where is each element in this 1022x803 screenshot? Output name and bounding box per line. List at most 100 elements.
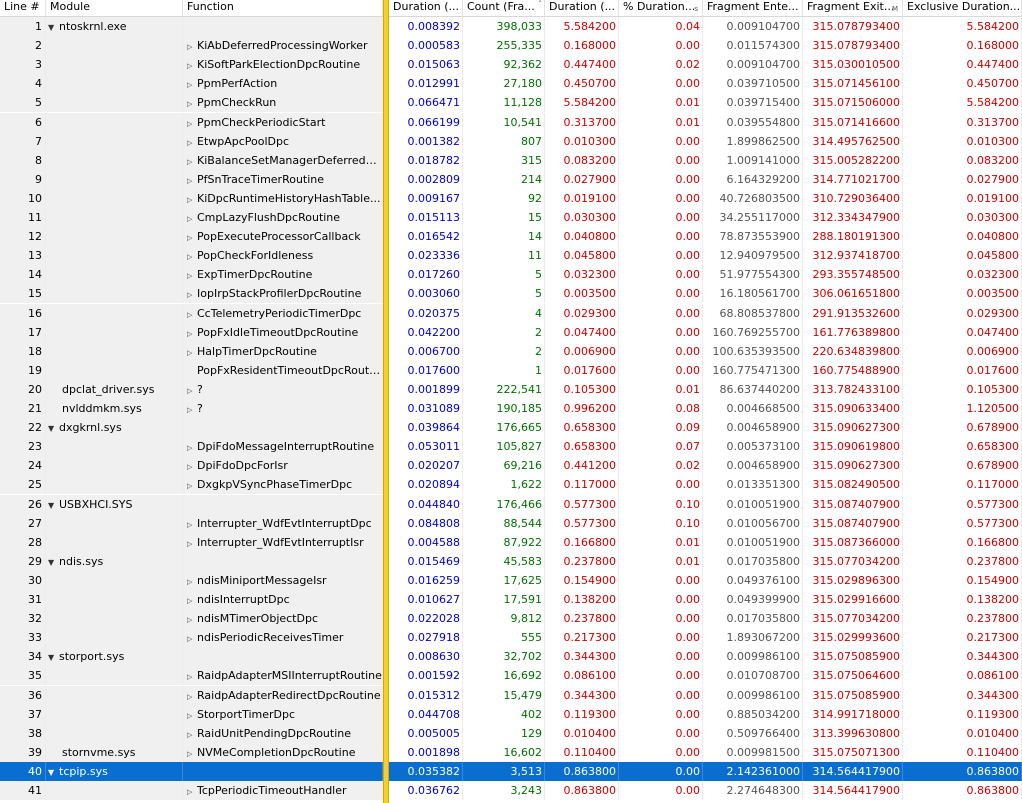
table-row[interactable]: 36 ▷ RaidpAdapterRedirectDpcRoutine 0.01531…	[0, 685, 1022, 705]
expand-row-icon[interactable]: ▷	[187, 325, 197, 342]
col-duration-ms-cell: 0.036762	[389, 781, 463, 800]
col-fragment-exit-header[interactable]: Fragment Exit... M	[803, 0, 903, 16]
table-row[interactable]: 10 ▷ KiDpcRuntimeHistoryHashTable... 0.0091…	[0, 188, 1022, 208]
table-row[interactable]: 20 dpclat_driver.sys ▷? 0.001899 222,541 0.10…	[0, 379, 1022, 399]
expand-row-icon[interactable]: ▷	[187, 115, 197, 132]
grouping-column-separator[interactable]	[383, 0, 389, 803]
col-module-header[interactable]: Module	[46, 0, 183, 16]
expand-row-icon[interactable]: ▷	[187, 191, 197, 208]
expand-row-icon[interactable]: ▷	[187, 344, 197, 361]
table-row[interactable]: 15 ▷ IopIrpStackProfilerDpcRoutine 0.003060…	[0, 284, 1022, 304]
col-line-number-header[interactable]: Line #	[0, 0, 46, 16]
table-row[interactable]: 30 ▷ ndisMiniportMessageIsr 0.016259 17,625 0…	[0, 570, 1022, 590]
col-function-cell: ▷ ndisMTimerObjectDpc	[183, 609, 383, 629]
table-row[interactable]: 9 ▷ PfSnTraceTimerRoutine 0.002809 214 0.0279…	[0, 169, 1022, 189]
table-row[interactable]: 39 stornvme.sys ▷ NVMeCompletionDpcRoutine 0…	[0, 742, 1022, 762]
expand-row-icon[interactable]: ▷	[187, 286, 197, 303]
col-fragment-enter-header[interactable]: Fragment Ente...	[703, 0, 803, 16]
expand-row-icon[interactable]: ▷	[187, 611, 197, 628]
table-row[interactable]: 40 ▼ tcpip.sys 0.035382 3,513 0.863800 0.00 2.1…	[0, 761, 1022, 781]
expand-row-icon[interactable]: ▷	[187, 668, 197, 685]
table-row[interactable]: 27 ▷ Interrupter_WdfEvtInterruptDpc 0.08480…	[0, 513, 1022, 533]
expand-row-icon[interactable]: ▷	[187, 229, 197, 246]
table-row[interactable]: 29 ▼ ndis.sys 0.015469 45,583 0.237800 0.01 0.0…	[0, 551, 1022, 571]
expand-row-icon[interactable]: ▷	[187, 76, 197, 93]
expand-collapse-icon[interactable]: ▼	[48, 18, 59, 36]
table-row[interactable]: 33 ▷ ndisPeriodicReceivesTimer 0.027918 555 0…	[0, 628, 1022, 648]
col-duration-ms-header[interactable]: Duration (...	[389, 0, 463, 16]
table-row[interactable]: 26 ▼ USBXHCI.SYS 0.044840 176,466 0.577300 0.1…	[0, 494, 1022, 514]
table-row[interactable]: 25 ▷ DxgkpVSyncPhaseTimerDpc 0.020894 1,622 0…	[0, 475, 1022, 495]
table-row[interactable]: 23 ▷ DpiFdoMessageInterruptRoutine 0.053011…	[0, 437, 1022, 457]
expand-row-icon[interactable]: ▷	[187, 516, 197, 533]
table-row[interactable]: 37 ▷ StorportTimerDpc 0.044708 402 0.119300 0.…	[0, 704, 1022, 724]
expand-collapse-icon[interactable]: ▼	[48, 496, 59, 514]
table-row[interactable]: 22 ▼ dxgkrnl.sys 0.039864 176,665 0.658300 0.0…	[0, 418, 1022, 438]
table-row[interactable]: 24 ▷ DpiFdoDpcForIsr 0.020207 69,216 0.441200…	[0, 456, 1022, 476]
table-row[interactable]: 38 ▷ RaidUnitPendingDpcRoutine 0.005005 129 0…	[0, 723, 1022, 743]
table-row[interactable]: 1 ▼ ntoskrnl.exe 0.008392 398,033 5.584200 0.0…	[0, 17, 1022, 36]
expand-row-icon[interactable]: ▷	[187, 783, 197, 800]
col-percent-duration-header[interactable]: % Duration... s	[619, 0, 703, 16]
expand-row-icon[interactable]: ▷	[187, 172, 197, 189]
expand-row-icon[interactable]: ▷	[187, 477, 197, 494]
col-exclusive-duration-header[interactable]: Exclusive Duration...	[903, 0, 1022, 16]
expand-row-icon[interactable]: ▷	[187, 458, 197, 475]
table-row[interactable]: 12 ▷ PopExecuteProcessorCallback 0.016542 14…	[0, 227, 1022, 247]
expand-row-icon[interactable]: ▷	[187, 707, 197, 724]
col-count-header[interactable]: Count (Fra...	[463, 0, 545, 16]
expand-row-icon[interactable]: ▷	[187, 38, 197, 55]
col-line-number-cell: 11	[0, 208, 46, 227]
expand-row-icon[interactable]: ▷	[187, 535, 197, 552]
table-row[interactable]: 41 ▷ TcpPeriodicTimeoutHandler 0.036762 3,24…	[0, 781, 1022, 800]
col-duration-max-header[interactable]: Duration (...	[545, 0, 619, 16]
expand-row-icon[interactable]: ▷	[187, 267, 197, 284]
table-row[interactable]: 2 ▷ KiAbDeferredProcessingWorker 0.000583 25…	[0, 36, 1022, 56]
expand-row-icon[interactable]: ▷	[187, 153, 197, 170]
expand-collapse-icon[interactable]: ▼	[48, 419, 59, 437]
col-function-header[interactable]: Function	[183, 0, 383, 16]
expand-row-icon[interactable]: ▷	[187, 248, 197, 265]
expand-row-icon[interactable]: ▷	[187, 306, 197, 323]
expand-row-icon[interactable]: ▷	[187, 134, 197, 151]
expand-row-icon[interactable]: ▷	[187, 688, 197, 705]
table-row[interactable]: 19 PopFxResidentTimeoutDpcRouti... 0.01760…	[0, 360, 1022, 380]
expand-row-icon[interactable]: ▷	[187, 401, 197, 418]
expand-row-icon[interactable]: ▷	[187, 726, 197, 743]
expand-row-icon[interactable]: ▷	[187, 382, 197, 399]
expand-row-icon[interactable]: ▷	[187, 592, 197, 609]
col-percent-duration-cell: 0.09	[619, 418, 703, 438]
table-row[interactable]: 7 ▷ EtwpApcPoolDpc 0.001382 807 0.010300 0.00 1…	[0, 131, 1022, 151]
expand-collapse-icon[interactable]: ▼	[48, 763, 59, 781]
table-row[interactable]: 5 ▷ PpmCheckRun 0.066471 11,128 5.584200 0.01 0…	[0, 93, 1022, 113]
expand-collapse-icon[interactable]: ▼	[48, 553, 59, 571]
expand-row-icon[interactable]: ▷	[187, 745, 197, 762]
expand-collapse-icon[interactable]: ▼	[48, 648, 59, 666]
col-line-number-cell: 9	[0, 169, 46, 189]
table-row[interactable]: 16 ▷ CcTelemetryPeriodicTimerDpc 0.020375 4 0…	[0, 303, 1022, 323]
expand-row-icon[interactable]: ▷	[187, 210, 197, 227]
col-percent-duration-cell: 0.00	[619, 341, 703, 361]
expand-row-icon[interactable]: ▷	[187, 57, 197, 74]
col-function-cell: ▷ PopExecuteProcessorCallback	[183, 227, 383, 247]
col-duration-max-cell: 0.441200	[545, 456, 619, 476]
table-row[interactable]: 11 ▷ CmpLazyFlushDpcRoutine 0.015113 15 0.030…	[0, 208, 1022, 227]
expand-row-icon[interactable]: ▷	[187, 439, 197, 456]
table-row[interactable]: 28 ▷ Interrupter_WdfEvtInterruptIsr 0.00458…	[0, 532, 1022, 552]
table-row[interactable]: 34 ▼ storport.sys 0.008630 32,702 0.344300 0.0…	[0, 647, 1022, 667]
table-row[interactable]: 35 ▷ RaidpAdapterMSIInterruptRoutine 0.0015…	[0, 666, 1022, 686]
table-row[interactable]: 32 ▷ ndisMTimerObjectDpc 0.022028 9,812 0.237…	[0, 609, 1022, 629]
expand-row-icon[interactable]: ▷	[187, 630, 197, 647]
table-row[interactable]: 4 ▷ PpmPerfAction 0.012991 27,180 0.450700 0.0…	[0, 74, 1022, 94]
expand-row-icon[interactable]: ▷	[187, 573, 197, 590]
expand-row-icon[interactable]: ▷	[187, 95, 197, 112]
table-row[interactable]: 31 ▷ ndisInterruptDpc 0.010627 17,591 0.13820…	[0, 590, 1022, 609]
table-row[interactable]: 18 ▷ HalpTimerDpcRoutine 0.006700 2 0.006900 0…	[0, 341, 1022, 361]
table-row[interactable]: 14 ▷ ExpTimerDpcRoutine 0.017260 5 0.032300 0.…	[0, 265, 1022, 285]
table-row[interactable]: 21 nvlddmkm.sys ▷? 0.031089 190,185 0.996200 0…	[0, 399, 1022, 418]
table-row[interactable]: 3 ▷ KiSoftParkElectionDpcRoutine 0.015063 92…	[0, 55, 1022, 75]
table-row[interactable]: 6 ▷ PpmCheckPeriodicStart 0.066199 10,541 0.3…	[0, 112, 1022, 132]
table-row[interactable]: 13 ▷ PopCheckForIdleness 0.023336 11 0.045800…	[0, 246, 1022, 266]
table-row[interactable]: 8 ▷ KiBalanceSetManagerDeferredR... 0.01878…	[0, 150, 1022, 170]
table-row[interactable]: 17 ▷ PopFxIdleTimeoutDpcRoutine 0.042200 2 0.…	[0, 322, 1022, 342]
